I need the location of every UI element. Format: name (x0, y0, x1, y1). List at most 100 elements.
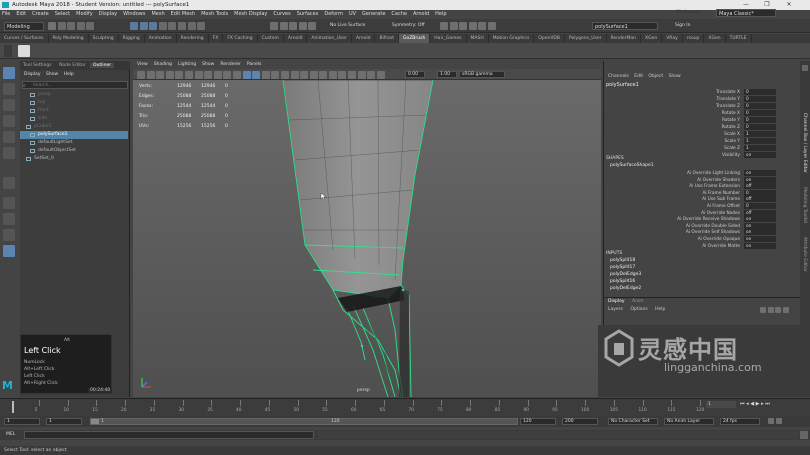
outliner-item[interactable]: front (20, 107, 128, 115)
open-scene-icon[interactable] (57, 22, 66, 30)
select-by-surface-icon[interactable] (187, 22, 196, 30)
channel-value-field[interactable]: 1 (744, 131, 776, 137)
play-back-icon[interactable]: ◀ (750, 401, 754, 407)
side-tab-modeling-toolkit[interactable]: Modeling Toolkit (802, 187, 807, 223)
outliner-item[interactable]: pCube1 (20, 123, 128, 131)
select-camera-icon[interactable] (137, 71, 145, 79)
channel-value-field[interactable]: 0 (744, 96, 776, 102)
menu-file[interactable]: File (2, 11, 10, 17)
outliner-menu-show[interactable]: Show (46, 72, 58, 77)
use-default-material-icon[interactable] (261, 71, 270, 79)
scroll-up-icon[interactable] (802, 65, 808, 71)
colorspace-dropdown[interactable]: sRGB gamma (459, 71, 505, 78)
shelf-tab[interactable]: OpenVDB (534, 34, 565, 43)
new-layer-selected-icon[interactable] (782, 307, 789, 313)
shelf-tab[interactable]: FX (209, 34, 224, 43)
attribute-value-field[interactable]: off (744, 196, 776, 203)
shelf-tab[interactable]: Motion Graphics (489, 34, 535, 43)
outliner-item[interactable]: top (20, 99, 128, 107)
range-slider[interactable]: 1 120 (90, 418, 518, 425)
channel-row[interactable]: Translate X 0 (604, 89, 800, 96)
viewport-menu-lighting[interactable]: Lighting (178, 62, 196, 67)
tab-node-editor[interactable]: Node Editor (56, 63, 89, 68)
shelf-tab[interactable]: TURTLE (726, 34, 752, 43)
last-tool-icon[interactable] (3, 177, 15, 189)
menu-uv[interactable]: UV (349, 11, 356, 17)
menu-mesh[interactable]: Mesh (151, 11, 164, 17)
side-tab-attribute-editor[interactable]: Attribute Editor (802, 237, 807, 272)
menu-mesh-display[interactable]: Mesh Display (234, 11, 267, 17)
attribute-value-field[interactable]: on (744, 176, 776, 183)
channel-value-field[interactable]: 0 (744, 103, 776, 109)
no-live-surface-label[interactable]: No Live Surface (330, 23, 365, 28)
move-layer-up-icon[interactable] (760, 307, 766, 313)
ipr-render-icon[interactable] (449, 22, 458, 30)
object-name-field[interactable]: polySurface1 (592, 22, 658, 30)
new-scene-icon[interactable] (48, 22, 56, 30)
channel-row[interactable]: Translate Z 0 (604, 103, 800, 110)
safe-title-icon[interactable] (232, 71, 241, 79)
gozbrush-shelf-icon[interactable] (18, 45, 30, 57)
shelf-tab[interactable]: Custom (258, 34, 284, 43)
outliner-item[interactable]: defaultObjectSet (20, 147, 128, 155)
channel-value-field[interactable]: 1 (744, 145, 776, 151)
channel-value-field[interactable]: 0 (744, 110, 776, 116)
shadows-icon[interactable] (300, 71, 309, 79)
multisample-aa-icon[interactable] (328, 71, 337, 79)
channel-value-field[interactable]: 1 (744, 138, 776, 144)
menu-set-dropdown[interactable]: Modeling (4, 22, 44, 31)
attribute-value-field[interactable]: 0 (744, 189, 776, 196)
tab-display-layers[interactable]: Display (608, 299, 625, 304)
menu-select[interactable]: Select (55, 11, 70, 17)
step-back-icon[interactable]: ◂ (746, 401, 749, 407)
save-scene-icon[interactable] (67, 22, 76, 30)
input-node-item[interactable]: polyDelEdge2 (610, 286, 641, 291)
current-frame-field[interactable]: 1 (706, 401, 736, 408)
shelf-tab[interactable]: Hair_Games (430, 34, 467, 43)
menu-help[interactable]: Help (435, 11, 446, 17)
textured-icon[interactable] (280, 71, 289, 79)
tab-tool-settings[interactable]: Tool Settings (20, 63, 55, 68)
xray-joints-icon[interactable] (367, 71, 376, 79)
four-view-layout-icon[interactable] (3, 213, 15, 225)
shelf-tab[interactable]: Poly Modeling (49, 34, 89, 43)
move-tool-icon[interactable] (3, 115, 15, 127)
object-mode-icon[interactable] (139, 22, 148, 30)
move-layer-down-icon[interactable] (767, 307, 774, 313)
xray-icon[interactable] (357, 71, 366, 79)
perspective-viewport[interactable]: Verts: 12946 12946 0 Edges: 25088 25088 0 Faces:… (133, 80, 601, 397)
time-slider[interactable]: 5 10 15 20 25 30 35 40 45 50 55 60 65 70 75 80 85 90 95 100… (0, 398, 810, 416)
menu-mesh-tools[interactable]: Mesh Tools (201, 11, 228, 17)
channel-row[interactable]: Rotate Z 0 (604, 124, 800, 131)
command-language-label[interactable]: MEL (6, 432, 15, 437)
attribute-value-field[interactable]: on (744, 242, 776, 249)
menu-edit[interactable]: Edit (16, 11, 26, 17)
channel-row[interactable]: Scale Z 1 (604, 145, 800, 152)
channel-value-field[interactable]: 0 (744, 124, 776, 130)
step-forward-icon[interactable]: ▸ (761, 401, 764, 407)
shelf-tab[interactable]: XGen (641, 34, 663, 43)
single-perspective-layout-icon[interactable] (3, 197, 15, 209)
shelf-tab[interactable]: FX Caching (223, 34, 258, 43)
shelf-tab[interactable]: Rendering (177, 34, 209, 43)
persp-graph-layout-icon[interactable] (3, 245, 15, 257)
snap-point-icon[interactable] (289, 22, 298, 30)
select-by-handle-icon[interactable] (158, 22, 167, 30)
viewport-menu-show[interactable]: Show (202, 62, 214, 67)
isolate-select-icon[interactable] (348, 71, 357, 79)
viewport-menu-renderer[interactable]: Renderer (220, 62, 241, 67)
shelf-tab[interactable]: Rigging (119, 34, 145, 43)
field-chart-icon[interactable] (213, 71, 222, 79)
shelf-tab[interactable]: MASH (467, 34, 489, 43)
animation-prefs-icon[interactable] (775, 418, 782, 424)
outliner-item[interactable]: polySurface1 (20, 131, 128, 139)
shelf-tab[interactable]: Arnold (352, 34, 376, 43)
playback-end-field[interactable]: 120 (520, 418, 556, 425)
auto-key-icon[interactable] (768, 418, 774, 424)
lasso-tool-icon[interactable] (3, 83, 15, 95)
screen-space-ao-icon[interactable] (309, 71, 318, 79)
attribute-value-field[interactable]: on (744, 222, 776, 229)
menu-edit-mesh[interactable]: Edit Mesh (171, 11, 195, 17)
go-to-end-icon[interactable]: ⏭ (765, 401, 770, 407)
sign-in-button[interactable]: Sign In (675, 23, 690, 28)
